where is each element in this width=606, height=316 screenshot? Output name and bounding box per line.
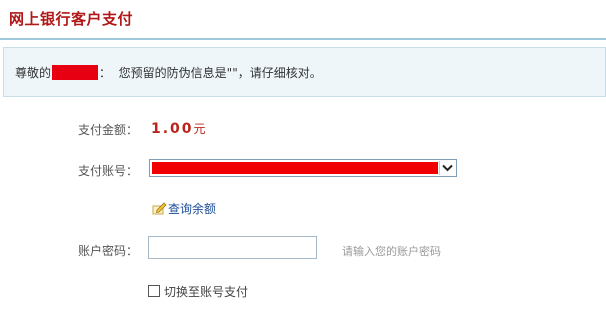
- page-title: 网上银行客户支付: [9, 10, 134, 28]
- page-header: 网上银行客户支付: [0, 0, 606, 40]
- pencil-note-icon: [152, 201, 167, 218]
- amount-value: 1.00: [151, 121, 194, 137]
- switch-checkbox[interactable]: [148, 285, 160, 297]
- password-hint: 请输入您的账户密码: [342, 245, 441, 258]
- amount-unit: 元: [193, 122, 206, 136]
- chevron-down-icon[interactable]: [439, 161, 455, 175]
- redacted-account-number: [152, 162, 438, 174]
- switch-label: 切换至账号支付: [164, 285, 249, 299]
- query-balance-label: 查询余额: [168, 202, 217, 216]
- password-field[interactable]: [148, 236, 317, 259]
- password-label: 账户密码：: [78, 244, 139, 258]
- account-label: 支付账号：: [78, 164, 139, 178]
- greeting-suffix: ：: [99, 66, 112, 80]
- payment-amount: 1.00元: [151, 120, 206, 137]
- amount-label: 支付金额：: [78, 123, 139, 137]
- security-notice: 尊敬的 ： 您预留的防伪信息是""，请仔细核对。: [3, 47, 606, 97]
- anti-phishing-message: 您预留的防伪信息是""，请仔细核对。: [118, 66, 322, 80]
- notice-line: 尊敬的 ： 您预留的防伪信息是""，请仔细核对。: [15, 64, 322, 81]
- query-balance-link[interactable]: 查询余额: [152, 200, 216, 218]
- switch-to-account-payment[interactable]: 切换至账号支付: [148, 283, 248, 300]
- greeting-prefix: 尊敬的: [15, 66, 52, 80]
- account-select[interactable]: [149, 159, 457, 177]
- redacted-customer-name: [52, 65, 99, 80]
